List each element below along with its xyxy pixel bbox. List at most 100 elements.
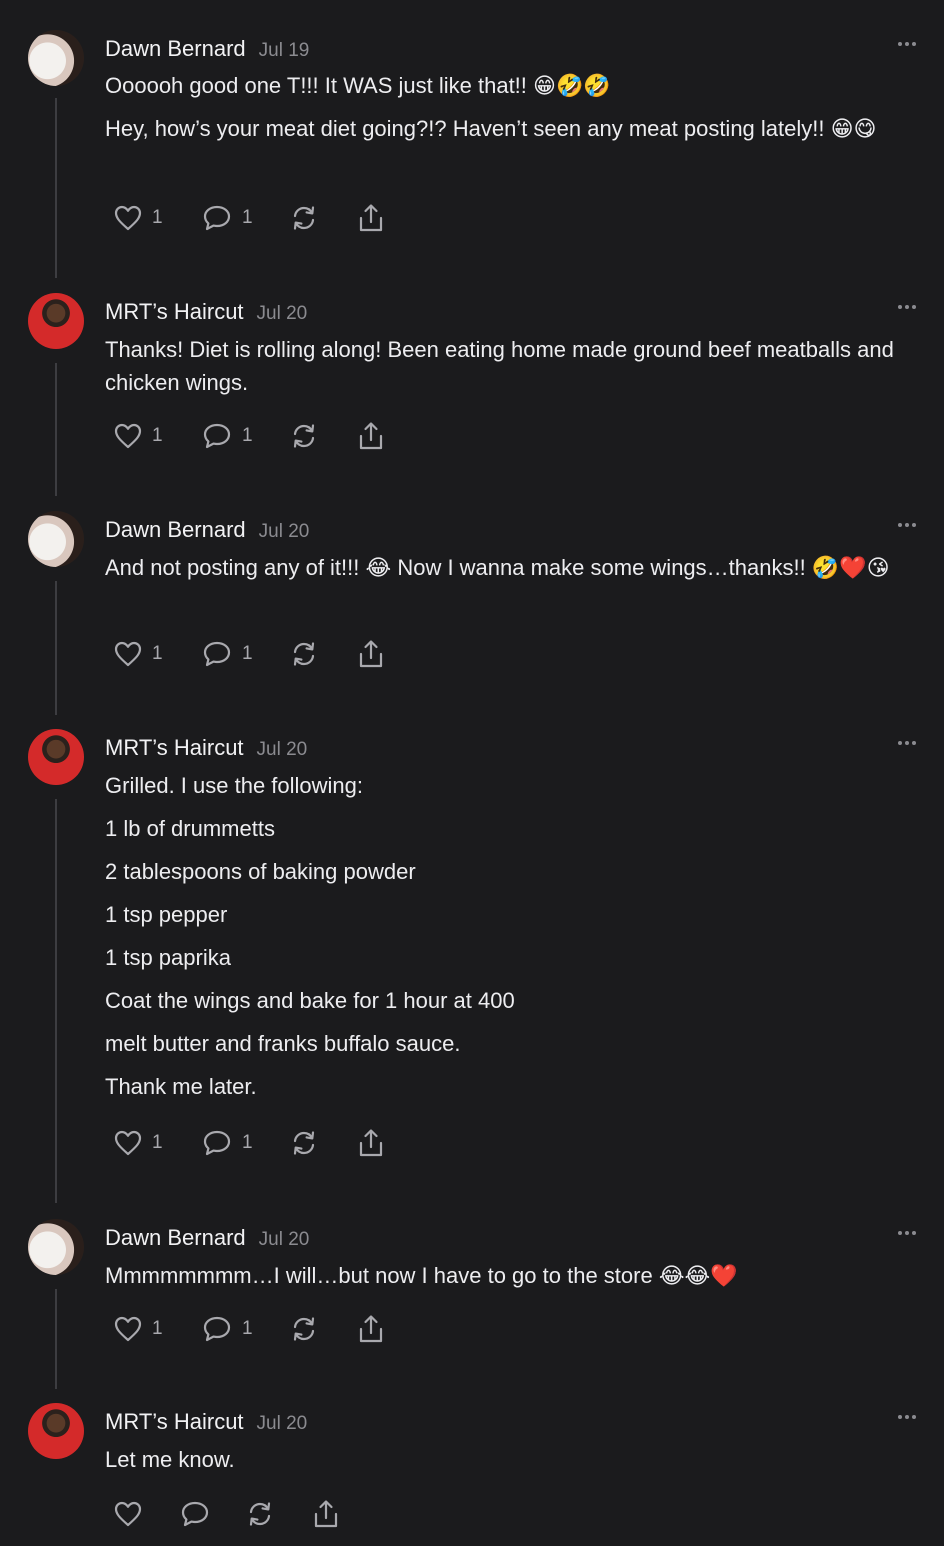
like-button[interactable]: 1 (114, 1130, 202, 1156)
like-button[interactable]: 1 (114, 1316, 202, 1342)
author-name[interactable]: MRT’s Haircut (105, 299, 244, 325)
share-icon (359, 1315, 383, 1343)
action-bar: 1 1 (114, 1125, 385, 1161)
avatar[interactable] (28, 1403, 84, 1459)
post-date[interactable]: Jul 20 (257, 1413, 308, 1435)
share-icon (359, 204, 383, 232)
author-name[interactable]: MRT’s Haircut (105, 735, 244, 761)
author-name[interactable]: Dawn Bernard (105, 517, 246, 543)
repost-button[interactable] (290, 640, 357, 668)
thread-line (55, 98, 57, 278)
reply-button[interactable]: 1 (202, 1315, 290, 1343)
comment-body: And not posting any of it!!! 😂 Now I wan… (105, 551, 915, 584)
comment-header: Dawn Bernard Jul 20 (105, 517, 309, 545)
like-button[interactable]: 1 (114, 641, 202, 667)
repost-icon (293, 424, 315, 448)
reply-button[interactable]: 1 (202, 1129, 290, 1157)
like-count: 1 (152, 425, 163, 446)
comment-text: And not posting any of it!!! 😂 Now I wan… (105, 555, 890, 580)
comment-header: MRT’s Haircut Jul 20 (105, 299, 307, 327)
reply-count: 1 (242, 1318, 253, 1339)
author-name[interactable]: MRT’s Haircut (105, 1409, 244, 1435)
avatar[interactable] (28, 30, 84, 86)
action-bar: 1 1 (114, 636, 385, 672)
post-date[interactable]: Jul 20 (257, 303, 308, 325)
repost-icon (293, 642, 315, 666)
comment-icon (203, 205, 231, 231)
more-icon[interactable] (898, 1229, 918, 1237)
comment-body: Grilled. I use the following: 1 lb of dr… (105, 769, 915, 1103)
reply-count: 1 (242, 643, 253, 664)
share-icon (359, 640, 383, 668)
reply-button[interactable]: 1 (202, 204, 290, 232)
heart-icon (114, 1130, 142, 1156)
share-button[interactable] (357, 1128, 385, 1158)
more-icon[interactable] (898, 1413, 918, 1421)
like-count: 1 (152, 1132, 163, 1153)
reply-button[interactable]: 1 (202, 640, 290, 668)
repost-button[interactable] (290, 204, 357, 232)
author-name[interactable]: Dawn Bernard (105, 1225, 246, 1251)
action-bar: 1 1 (114, 418, 385, 454)
share-icon (359, 422, 383, 450)
avatar[interactable] (28, 293, 84, 349)
heart-icon (114, 1501, 142, 1527)
more-icon[interactable] (898, 303, 918, 311)
comment-icon (203, 423, 231, 449)
comment-text: Grilled. I use the following: (105, 773, 364, 798)
comment-text: Thank me later. (105, 1074, 257, 1099)
avatar[interactable] (28, 511, 84, 567)
reply-count: 1 (242, 207, 253, 228)
thread-line (55, 363, 57, 496)
comment-body: Let me know. (105, 1443, 915, 1476)
reply-button[interactable] (180, 1500, 246, 1528)
reply-count: 1 (242, 1132, 253, 1153)
post-date[interactable]: Jul 20 (259, 1229, 310, 1251)
repost-icon (293, 1131, 315, 1155)
avatar[interactable] (28, 729, 84, 785)
comment-icon (203, 1130, 231, 1156)
like-button[interactable] (114, 1501, 180, 1527)
share-button[interactable] (357, 421, 385, 451)
heart-icon (114, 423, 142, 449)
comment-body: Thanks! Diet is rolling along! Been eati… (105, 333, 915, 399)
share-button[interactable] (312, 1499, 340, 1529)
repost-button[interactable] (290, 422, 357, 450)
comment-text: 2 tablespoons of baking powder (105, 859, 416, 884)
comment-text: Oooooh good one T!!! It WAS just like th… (105, 73, 611, 98)
post-date[interactable]: Jul 20 (257, 739, 308, 761)
comment-header: Dawn Bernard Jul 19 (105, 36, 309, 64)
comment-header: MRT’s Haircut Jul 20 (105, 1409, 307, 1437)
comment-text: 1 lb of drummetts (105, 816, 275, 841)
reply-button[interactable]: 1 (202, 422, 290, 450)
comment-thread: Dawn Bernard Jul 19 Oooooh good one T!!!… (0, 0, 944, 1546)
comment-body: Oooooh good one T!!! It WAS just like th… (105, 69, 915, 145)
repost-button[interactable] (290, 1129, 357, 1157)
repost-icon (293, 1317, 315, 1341)
share-button[interactable] (357, 639, 385, 669)
repost-button[interactable] (246, 1500, 312, 1528)
thread-line (55, 1289, 57, 1389)
comment-icon (203, 1316, 231, 1342)
more-icon[interactable] (898, 521, 918, 529)
comment-text: 1 tsp paprika (105, 945, 231, 970)
post-date[interactable]: Jul 19 (259, 40, 310, 62)
like-button[interactable]: 1 (114, 423, 202, 449)
comment-header: Dawn Bernard Jul 20 (105, 1225, 309, 1253)
share-button[interactable] (357, 1314, 385, 1344)
heart-icon (114, 641, 142, 667)
share-button[interactable] (357, 203, 385, 233)
comment-body: Mmmmmmmm…I will…but now I have to go to … (105, 1259, 915, 1292)
comment-header: MRT’s Haircut Jul 20 (105, 735, 307, 763)
share-icon (359, 1129, 383, 1157)
repost-button[interactable] (290, 1315, 357, 1343)
avatar[interactable] (28, 1219, 84, 1275)
comment-icon (203, 641, 231, 667)
more-icon[interactable] (898, 40, 918, 48)
heart-icon (114, 205, 142, 231)
post-date[interactable]: Jul 20 (259, 521, 310, 543)
like-button[interactable]: 1 (114, 205, 202, 231)
more-icon[interactable] (898, 739, 918, 747)
comment-text: melt butter and franks buffalo sauce. (105, 1031, 461, 1056)
author-name[interactable]: Dawn Bernard (105, 36, 246, 62)
